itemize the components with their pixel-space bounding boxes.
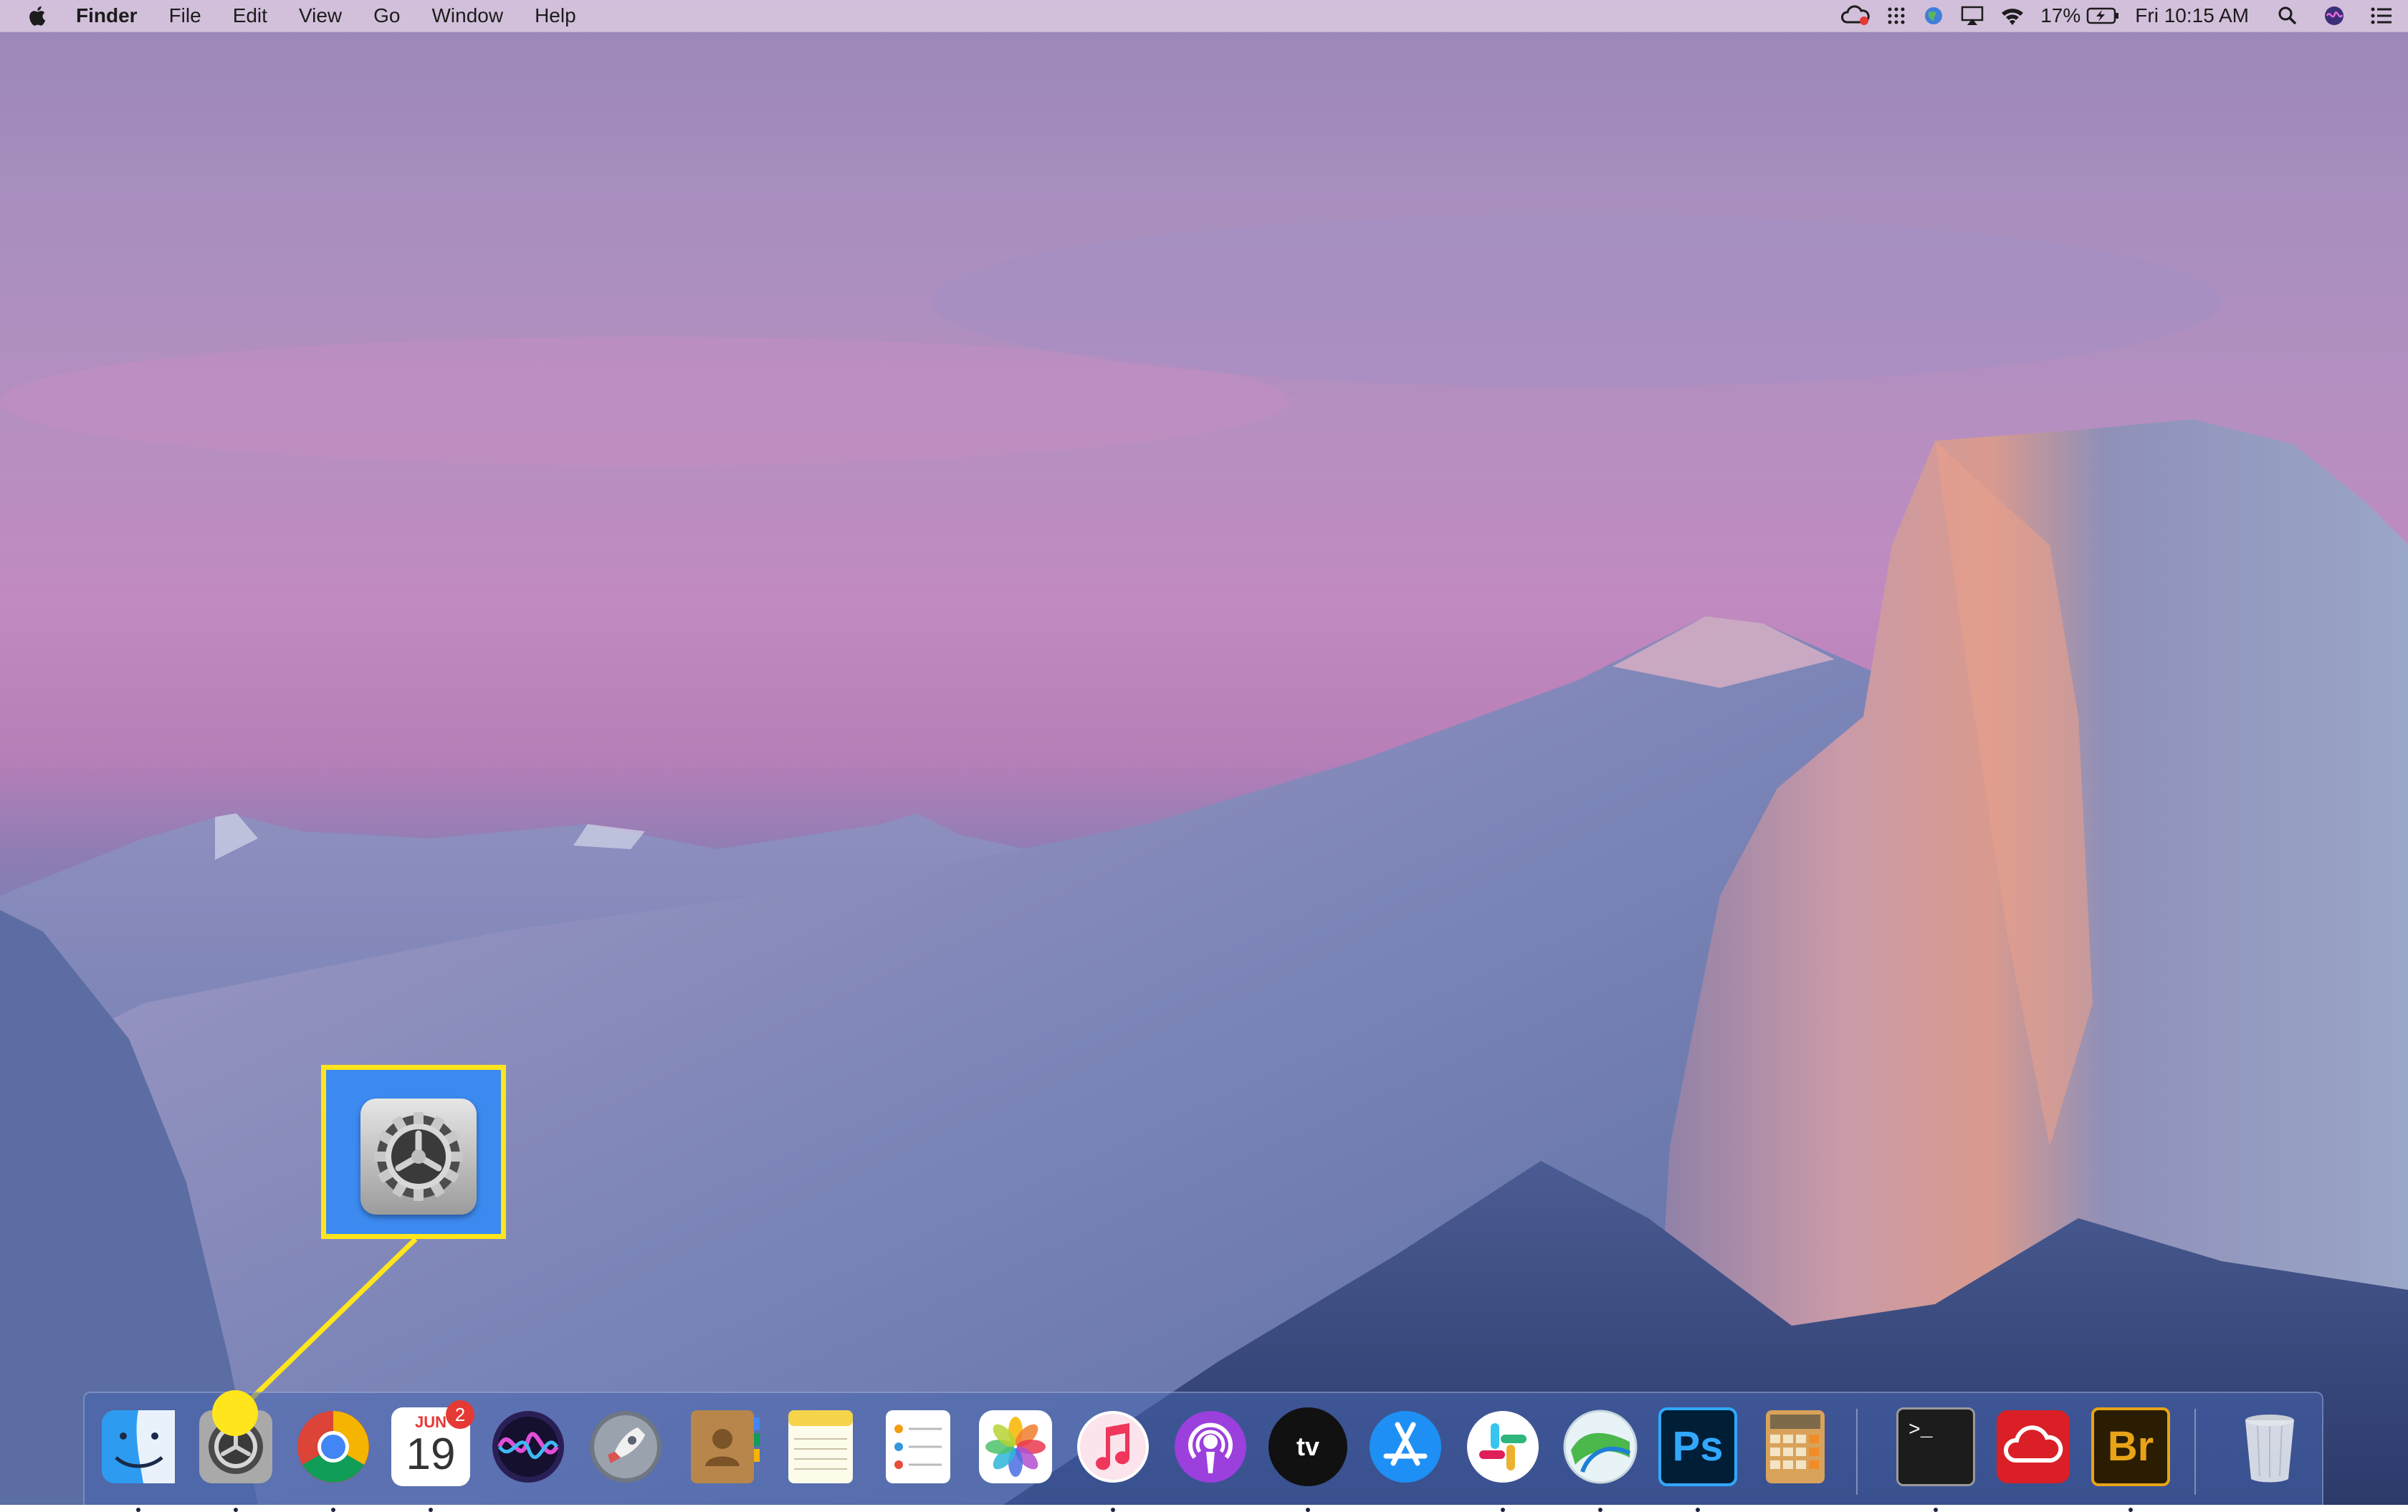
launchpad-icon (590, 1411, 661, 1483)
running-indicator (1696, 1508, 1700, 1512)
airplay-icon[interactable] (1960, 0, 1984, 32)
running-indicator (1598, 1508, 1602, 1512)
grid-menu-icon[interactable] (1886, 0, 1907, 32)
running-indicator (1934, 1508, 1938, 1512)
running-indicator (136, 1508, 140, 1512)
dock-item-creative-cloud[interactable] (1991, 1405, 2075, 1489)
dock-item-app-store[interactable] (1363, 1405, 1448, 1489)
photos-icon (979, 1410, 1052, 1483)
dock-item-bridge[interactable]: Br (2088, 1405, 2173, 1512)
dock-item-terminal[interactable]: >_ (1893, 1405, 1978, 1512)
menu-bar: Finder File Edit View Go Window Help 17%… (0, 0, 2408, 32)
dock-item-trash[interactable] (2227, 1405, 2312, 1489)
calculator-icon (1766, 1410, 1825, 1483)
siri-icon[interactable] (2323, 0, 2345, 32)
dock-item-photoshop[interactable]: Ps (1656, 1405, 1740, 1512)
notes-icon (788, 1410, 853, 1483)
dock-item-calendar[interactable]: JUN 19 2 (388, 1400, 474, 1512)
reminders-icon (886, 1410, 950, 1483)
globe-icon[interactable] (1923, 0, 1944, 32)
menu-edit[interactable]: Edit (217, 0, 283, 32)
notification-badge: 2 (446, 1400, 474, 1429)
menu-window[interactable]: Window (416, 0, 519, 32)
dock-item-contacts[interactable] (681, 1405, 765, 1489)
dock-item-siri[interactable] (486, 1405, 570, 1489)
music-icon (1077, 1411, 1149, 1483)
dock-item-reminders[interactable] (876, 1405, 960, 1489)
desktop-wallpaper (0, 0, 2408, 1505)
dock-item-finder[interactable] (96, 1405, 181, 1512)
creative-cloud-icon (1997, 1410, 2070, 1483)
chrome-icon (297, 1411, 369, 1483)
running-indicator (331, 1508, 335, 1512)
notification-center-icon[interactable] (2371, 0, 2392, 32)
callout-highlight-box (321, 1065, 506, 1239)
dock-item-calculator[interactable] (1753, 1405, 1838, 1489)
wifi-icon[interactable] (2000, 0, 2025, 32)
spotlight-search-icon[interactable] (2278, 0, 2298, 32)
mountain-scenery (0, 215, 2408, 1505)
creative-cloud-icon[interactable] (1841, 0, 1870, 32)
battery-percent: 17% (2040, 4, 2081, 27)
apple-tv-icon: tv (1268, 1407, 1347, 1486)
running-indicator (429, 1508, 433, 1512)
bridge-icon: Br (2091, 1407, 2170, 1486)
terminal-icon: >_ (1896, 1407, 1975, 1486)
menu-go[interactable]: Go (358, 0, 416, 32)
podcasts-icon (1175, 1411, 1246, 1483)
dock-item-music[interactable] (1071, 1405, 1155, 1512)
dock-item-photos[interactable] (973, 1405, 1058, 1489)
running-indicator (234, 1508, 238, 1512)
dock-item-podcasts[interactable] (1168, 1405, 1253, 1489)
dock-divider (1856, 1409, 1858, 1495)
slack-icon (1467, 1411, 1539, 1483)
network-globe-icon (1563, 1410, 1638, 1484)
finder-icon (102, 1410, 175, 1483)
siri-icon (492, 1411, 564, 1483)
menu-help[interactable]: Help (519, 0, 592, 32)
photoshop-icon: Ps (1658, 1407, 1737, 1486)
battery-status[interactable]: 17% (2040, 4, 2119, 27)
app-store-icon (1370, 1411, 1441, 1483)
dock-item-tv[interactable]: tv (1266, 1405, 1350, 1512)
dock-item-launchpad[interactable] (583, 1405, 668, 1489)
running-indicator (1501, 1508, 1505, 1512)
dock-item-network[interactable] (1558, 1405, 1643, 1512)
terminal-prompt: >_ (1908, 1420, 1933, 1442)
dock-item-chrome[interactable] (291, 1405, 376, 1512)
apple-logo-icon[interactable] (0, 0, 60, 32)
dock-divider (2194, 1409, 2196, 1495)
battery-charging-icon (2087, 7, 2119, 24)
menu-view[interactable]: View (283, 0, 358, 32)
callout-pointer-dot (212, 1390, 258, 1436)
running-indicator (1111, 1508, 1115, 1512)
system-preferences-icon[interactable] (360, 1099, 477, 1215)
running-indicator (1306, 1508, 1310, 1512)
contacts-icon (691, 1410, 760, 1483)
dock-item-slack[interactable] (1461, 1405, 1545, 1512)
menubar-clock[interactable]: Fri 10:15 AM (2135, 0, 2249, 32)
dock: JUN 19 2 tv Ps >_ Br (83, 1392, 2323, 1512)
trash-icon (2245, 1415, 2294, 1483)
menu-finder[interactable]: Finder (60, 0, 153, 32)
dock-item-notes[interactable] (778, 1405, 863, 1489)
running-indicator (2128, 1508, 2133, 1512)
calendar-day: 19 (406, 1430, 456, 1479)
bridge-label: Br (2107, 1423, 2154, 1470)
tv-label: tv (1296, 1432, 1319, 1461)
photoshop-label: Ps (1672, 1423, 1724, 1470)
menu-file[interactable]: File (153, 0, 217, 32)
